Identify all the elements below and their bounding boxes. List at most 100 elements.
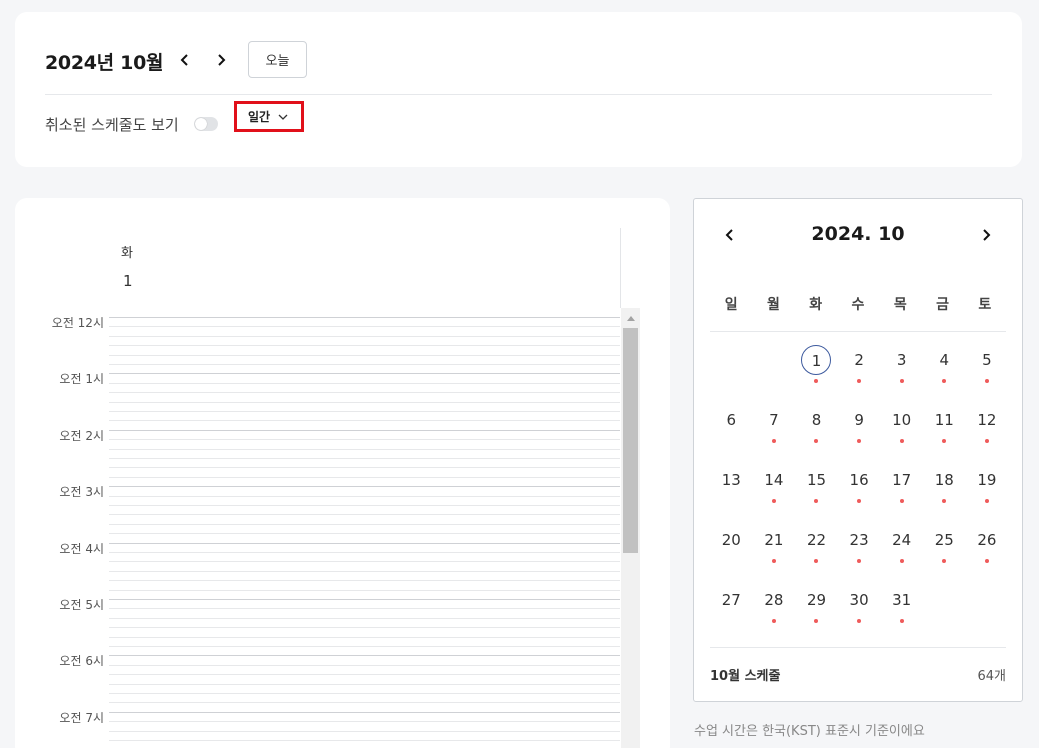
slot-grid-line <box>109 382 620 384</box>
scroll-thumb[interactable] <box>623 328 638 553</box>
hour-grid-line <box>109 429 620 431</box>
calendar-day[interactable]: 3 <box>880 345 923 395</box>
time-grid[interactable] <box>109 308 620 748</box>
calendar-day[interactable]: 7 <box>753 405 796 455</box>
event-dot <box>857 619 862 623</box>
day-number: 6 <box>726 411 737 429</box>
calendar-day[interactable]: 31 <box>880 585 923 635</box>
slot-grid-line <box>109 533 620 535</box>
calendar-day[interactable]: 22 <box>795 525 838 575</box>
day-number: 7 <box>769 411 779 429</box>
event-dot <box>899 439 904 443</box>
event-dot <box>899 499 904 503</box>
event-dot <box>942 499 947 503</box>
time-label: 오전 2시 <box>59 428 104 443</box>
slot-grid-line <box>109 589 620 591</box>
time-label: 오전 6시 <box>59 654 104 669</box>
day-number: 21 <box>764 531 784 549</box>
calendar-day[interactable]: 1 <box>795 345 838 395</box>
event-dot <box>857 379 862 383</box>
calendar-day[interactable]: 6 <box>710 405 753 455</box>
event-dot <box>984 559 989 563</box>
slot-grid-line <box>109 401 620 403</box>
today-button[interactable]: 오늘 <box>248 41 307 78</box>
mini-calendar: 2024. 10 일월화수목금토 1 2 3 4 5 6 7 8 9 10 11 12 13 14 15 16… <box>693 198 1023 702</box>
slot-grid-line <box>109 580 620 582</box>
time-grid-scrollbar[interactable] <box>621 308 640 748</box>
column-divider <box>620 228 621 308</box>
calendar-day[interactable]: 12 <box>966 405 1009 455</box>
calendar-day[interactable]: 27 <box>710 585 753 635</box>
calendar-day[interactable]: 17 <box>880 465 923 515</box>
calendar-day[interactable]: 14 <box>753 465 796 515</box>
slot-grid-line <box>109 505 620 506</box>
event-dot <box>899 379 904 383</box>
day-number: 26 <box>977 531 997 549</box>
time-label: 오전 12시 <box>51 316 104 330</box>
calendar-day[interactable]: 23 <box>838 525 881 575</box>
slot-grid-line <box>109 364 620 365</box>
calendar-day[interactable]: 8 <box>795 405 838 455</box>
calendar-day[interactable]: 5 <box>966 345 1009 395</box>
slot-grid-line <box>109 326 620 328</box>
day-number: 18 <box>934 471 954 489</box>
mini-next-month-button[interactable] <box>976 225 996 245</box>
event-dot <box>814 379 819 383</box>
slot-grid-line <box>109 354 620 356</box>
selected-day-number: 1 <box>801 345 832 375</box>
day-number: 17 <box>892 471 912 489</box>
calendar-day[interactable]: 15 <box>795 465 838 515</box>
next-month-button[interactable] <box>209 48 233 72</box>
prev-month-button[interactable] <box>173 48 197 72</box>
calendar-day[interactable]: 2 <box>838 345 881 395</box>
day-number: 9 <box>854 411 864 429</box>
calendar-day[interactable]: 25 <box>923 525 966 575</box>
show-cancelled-toggle[interactable] <box>194 117 218 131</box>
calendar-day[interactable]: 29 <box>795 585 838 635</box>
chevron-left-icon <box>180 54 188 66</box>
day-number: 12 <box>977 411 997 429</box>
view-mode-select[interactable]: 일간 <box>234 101 304 132</box>
calendar-day[interactable]: 26 <box>966 525 1009 575</box>
slot-grid-line <box>109 420 620 422</box>
slot-grid-line <box>109 693 620 694</box>
slot-grid-line <box>109 448 620 450</box>
time-label: 오전 3시 <box>59 485 104 500</box>
calendar-day[interactable]: 13 <box>710 465 753 515</box>
calendar-day[interactable]: 18 <box>923 465 966 515</box>
day-column-date[interactable]: 1 <box>123 272 133 290</box>
hour-grid-line <box>109 486 620 488</box>
calendar-day[interactable]: 21 <box>753 525 796 575</box>
slot-grid-line <box>109 467 620 469</box>
calendar-day[interactable]: 4 <box>923 345 966 395</box>
day-number: 8 <box>811 411 822 429</box>
time-label: 오전 1시 <box>59 372 104 387</box>
calendar-header-card: 2024년 10월 오늘 취소된 스케줄도 보기 일간 <box>15 12 1022 167</box>
scroll-up-arrow[interactable] <box>621 308 640 327</box>
calendar-day[interactable]: 10 <box>880 405 923 455</box>
slot-grid-line <box>109 646 620 647</box>
header-divider <box>45 94 992 95</box>
calendar-day[interactable]: 9 <box>838 405 881 455</box>
slot-grid-line <box>109 561 620 563</box>
event-dot <box>857 439 862 443</box>
calendar-day[interactable]: 20 <box>710 525 753 575</box>
calendar-day[interactable]: 19 <box>966 465 1009 515</box>
day-number: 14 <box>764 471 784 489</box>
day-number: 19 <box>977 471 997 489</box>
event-dot <box>857 559 862 563</box>
chevron-right-icon <box>218 54 226 66</box>
calendar-day[interactable]: 16 <box>838 465 881 515</box>
day-number: 16 <box>849 471 869 489</box>
slot-grid-line <box>109 730 620 732</box>
event-dot <box>899 619 904 623</box>
slot-grid-line <box>109 721 620 723</box>
day-number: 2 <box>854 351 864 369</box>
calendar-day[interactable]: 30 <box>838 585 881 635</box>
day-number: 31 <box>892 591 912 609</box>
event-dot <box>942 559 947 563</box>
calendar-day[interactable]: 11 <box>923 405 966 455</box>
calendar-day[interactable]: 28 <box>753 585 796 635</box>
calendar-day[interactable]: 24 <box>880 525 923 575</box>
slot-grid-line <box>109 702 620 704</box>
